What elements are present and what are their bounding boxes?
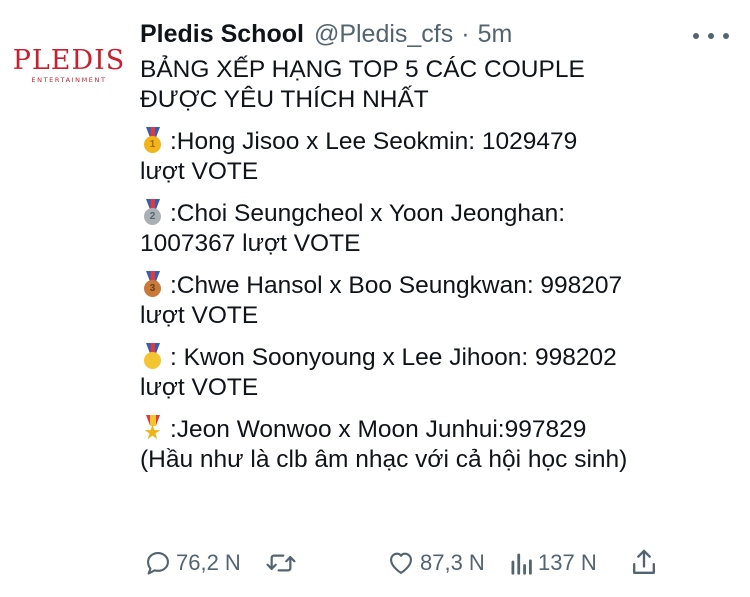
tweet-timestamp[interactable]: 5m: [478, 20, 513, 49]
tweet-title-line: BẢNG XẾP HẠNG TOP 5 CÁC COUPLE: [140, 56, 585, 83]
like-button[interactable]: 87,3 N: [386, 543, 485, 583]
entry-text-continued: lượt VOTE: [140, 302, 259, 329]
share-button[interactable]: [630, 543, 658, 583]
views-button[interactable]: 137 N: [510, 543, 597, 583]
views-count: 137 N: [538, 550, 597, 575]
ranking-entry: 2:Choi Seungcheol x Yoon Jeonghan:: [140, 199, 740, 229]
tweet-actions: 76,2 N 87,3 N 137 N: [140, 543, 740, 583]
ranking-entry: : Kwon Soonyoung x Lee Jihoon: 998202: [140, 343, 740, 373]
tweet-header: Pledis School @Pledis_cfs · 5m: [140, 19, 512, 49]
entry-text: : Kwon Soonyoung x Lee Jihoon: 998202: [170, 344, 617, 371]
ranking-entry: ★:Jeon Wonwoo x Moon Junhui:997829: [140, 415, 740, 445]
dot: [723, 33, 729, 39]
1st-place-medal-icon: 1: [142, 127, 164, 153]
avatar-logo-word: PLEDIS: [12, 44, 126, 76]
entry-text-continued: 1007367 lượt VOTE: [140, 230, 361, 257]
reply-button[interactable]: 76,2 N: [144, 543, 241, 583]
ranking-entry: 1:Hong Jisoo x Lee Seokmin: 1029479: [140, 127, 740, 157]
tweet-title-line: ĐƯỢC YÊU THÍCH NHẤT: [140, 86, 429, 113]
3rd-place-medal-icon: 3: [142, 271, 164, 297]
views-icon: [511, 553, 532, 575]
tweet[interactable]: PLEDIS ENTERTAINMENT Pledis School @Pled…: [0, 0, 750, 597]
like-count: 87,3 N: [420, 550, 485, 575]
entry-text: :Jeon Wonwoo x Moon Junhui:997829: [170, 416, 587, 443]
author-handle[interactable]: @Pledis_cfs: [314, 20, 453, 49]
dot: [708, 33, 714, 39]
header-separator: ·: [461, 19, 470, 48]
author-display-name[interactable]: Pledis School: [140, 20, 304, 49]
entry-text-continued: lượt VOTE: [140, 374, 259, 401]
entry-text: :Chwe Hansol x Boo Seungkwan: 998207: [170, 272, 623, 299]
2nd-place-medal-icon: 2: [142, 199, 164, 225]
entry-text-continued: lượt VOTE: [140, 158, 259, 185]
sports-medal-icon: [142, 343, 164, 369]
reply-icon: [147, 552, 169, 575]
reply-count: 76,2 N: [176, 550, 241, 575]
entry-text: :Choi Seungcheol x Yoon Jeonghan:: [170, 200, 566, 227]
dot: [693, 33, 699, 39]
tweet-text: BẢNG XẾP HẠNG TOP 5 CÁC COUPLE ĐƯỢC YÊU …: [140, 55, 740, 475]
entry-text-continued: (Hầu như là clb âm nhạc với cả hội học s…: [140, 446, 628, 473]
avatar-logo-sub: ENTERTAINMENT: [31, 75, 107, 84]
entry-text: :Hong Jisoo x Lee Seokmin: 1029479: [170, 128, 578, 155]
heart-icon: [390, 552, 412, 574]
retweet-icon: [266, 554, 296, 572]
share-icon: [633, 549, 655, 574]
ranking-entry: 3:Chwe Hansol x Boo Seungkwan: 998207: [140, 271, 740, 301]
more-options-icon[interactable]: [693, 24, 729, 48]
retweet-button[interactable]: [264, 543, 298, 583]
avatar[interactable]: PLEDIS ENTERTAINMENT: [12, 30, 126, 100]
military-medal-icon: ★: [142, 415, 164, 444]
